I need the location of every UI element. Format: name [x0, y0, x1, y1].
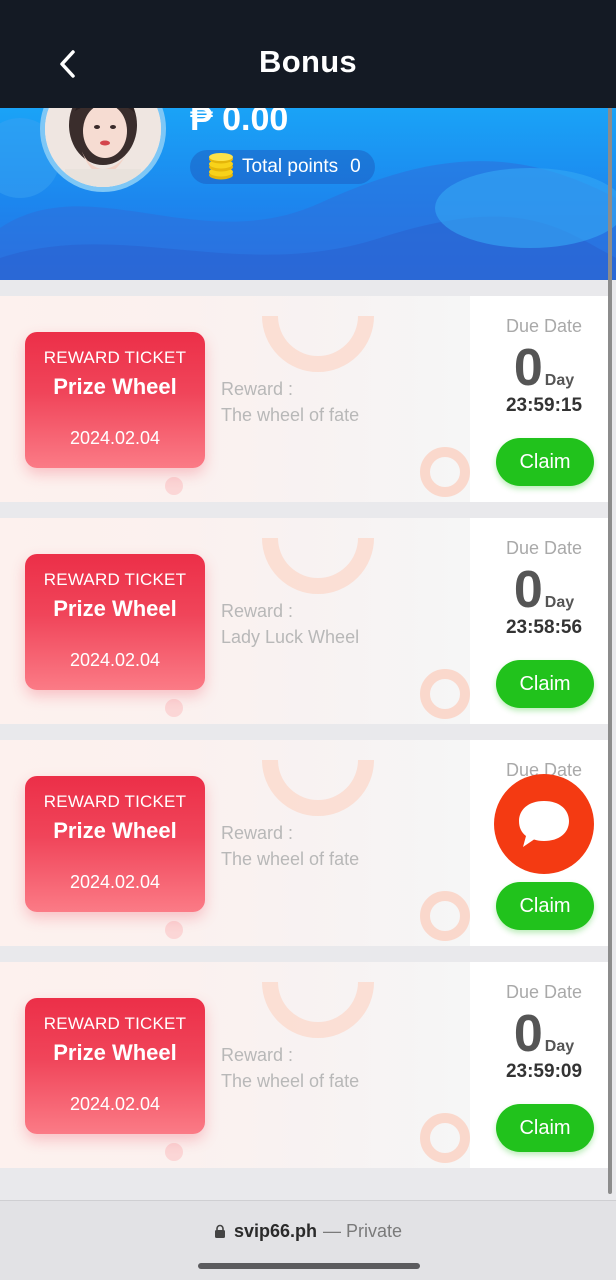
ticket-date: 2024.02.04 — [69, 650, 161, 670]
reward-ticket: REWARD TICKET Prize Wheel 2024.02.04 — [25, 554, 205, 690]
reward-ticket: REWARD TICKET Prize Wheel 2024.02.04 — [25, 998, 205, 1134]
due-days-number: 0 — [513, 339, 543, 397]
reward-info: Reward : The wheel of fate — [221, 1042, 359, 1094]
chat-bubble-icon — [519, 801, 569, 847]
due-date-block: Due Date 0 Day 23:59:09 — [480, 982, 608, 1083]
reward-info: Reward : Lady Luck Wheel — [221, 598, 359, 650]
claim-button[interactable]: Claim — [496, 1104, 594, 1152]
ticket-name: Prize Wheel — [53, 374, 177, 399]
due-days: 0 Day — [480, 1007, 608, 1061]
due-countdown: 23:58:56 — [505, 617, 583, 638]
total-points-value: 0 — [350, 156, 361, 177]
top-bar: Bonus — [0, 0, 616, 108]
due-days: 0 Day — [480, 563, 608, 617]
due-days-unit: Day — [544, 372, 575, 389]
ticket-name: Prize Wheel — [53, 1040, 177, 1065]
reward-card: REWARD TICKET Prize Wheel 2024.02.04 Rew… — [0, 296, 608, 502]
reward-ticket: REWARD TICKET Prize Wheel 2024.02.04 — [25, 332, 205, 468]
url-private-label: — Private — [323, 1221, 403, 1241]
reward-value: The wheel of fate — [221, 1071, 360, 1091]
avatar-portrait — [45, 108, 161, 187]
reward-info: Reward : The wheel of fate — [221, 376, 359, 428]
due-days-number: 0 — [513, 1005, 543, 1063]
ticket-label: REWARD TICKET — [43, 792, 187, 811]
due-date-block: Due Date 0 Day 23:58:56 — [480, 538, 608, 639]
due-days: 0 Day — [480, 341, 608, 395]
page-title: Bonus — [259, 44, 357, 79]
due-days-number: 0 — [513, 561, 543, 619]
due-countdown: 23:59:09 — [505, 1061, 583, 1082]
ticket-label: REWARD TICKET — [43, 348, 187, 367]
reward-ticket: REWARD TICKET Prize Wheel 2024.02.04 — [25, 776, 205, 912]
browser-address-bar: svip66.ph — Private — [0, 1200, 616, 1280]
scrollbar[interactable] — [608, 98, 612, 1194]
due-days-unit: Day — [544, 594, 575, 611]
reward-value: The wheel of fate — [221, 405, 360, 425]
url-domain: svip66.ph — [233, 1221, 317, 1241]
balance-amount: ₱ 0.00 — [190, 108, 289, 138]
reward-card: REWARD TICKET Prize Wheel 2024.02.04 Rew… — [0, 518, 608, 724]
due-date-label: Due Date — [505, 316, 583, 336]
lock-icon — [214, 1224, 226, 1239]
total-points-label: Total points — [242, 156, 339, 177]
ticket-date: 2024.02.04 — [69, 872, 161, 892]
claim-button[interactable]: Claim — [496, 660, 594, 708]
due-date-label: Due Date — [505, 538, 583, 558]
chat-button[interactable] — [494, 774, 594, 874]
due-countdown: 23:59:15 — [505, 395, 583, 416]
reward-label: Reward : — [221, 379, 294, 399]
due-date-block: Due Date 0 Day 23:59:15 — [480, 316, 608, 417]
profile-header: ₱ 0.00 Total points 0 — [0, 108, 616, 280]
ticket-label: REWARD TICKET — [43, 570, 187, 589]
ticket-date: 2024.02.04 — [69, 428, 161, 448]
reward-info: Reward : The wheel of fate — [221, 820, 359, 872]
ticket-name: Prize Wheel — [53, 818, 177, 843]
ticket-name: Prize Wheel — [53, 596, 177, 621]
ticket-label: REWARD TICKET — [43, 1014, 187, 1033]
reward-value: The wheel of fate — [221, 849, 360, 869]
coin-stack-icon — [206, 153, 236, 181]
due-date-label: Due Date — [505, 982, 583, 1002]
reward-label: Reward : — [221, 823, 294, 843]
reward-card: REWARD TICKET Prize Wheel 2024.02.04 Rew… — [0, 962, 608, 1168]
reward-label: Reward : — [221, 1045, 294, 1065]
claim-button[interactable]: Claim — [496, 882, 594, 930]
ticket-date: 2024.02.04 — [69, 1094, 161, 1114]
total-points-badge: Total points 0 — [190, 150, 375, 184]
url-display[interactable]: svip66.ph — Private — [0, 1221, 616, 1242]
home-indicator[interactable] — [198, 1263, 420, 1269]
reward-label: Reward : — [221, 601, 294, 621]
reward-value: Lady Luck Wheel — [221, 627, 360, 647]
due-days-unit: Day — [544, 1038, 575, 1055]
claim-button[interactable]: Claim — [496, 438, 594, 486]
